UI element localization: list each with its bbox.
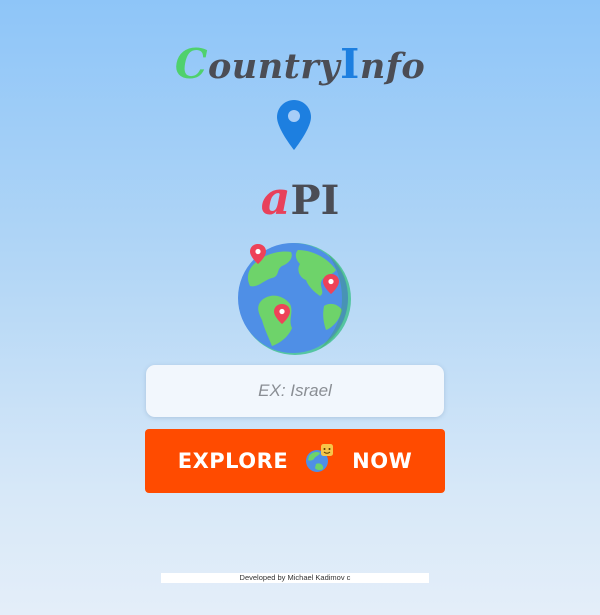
explore-button-label-left: EXPLORE (177, 449, 289, 473)
api-letter-a: a (260, 171, 291, 225)
logo-letter-c: C (174, 40, 208, 88)
logo-letter-i: I (340, 40, 360, 88)
country-search-box[interactable] (146, 365, 444, 417)
country-search-input[interactable] (146, 380, 444, 402)
map-pin-icon (277, 100, 311, 150)
app-logo: CountryInfo (0, 44, 600, 85)
api-heading: aPI (0, 175, 600, 221)
footer-credit: Developed by Michael Kadimov c (161, 573, 429, 583)
api-text-pi: PI (290, 177, 340, 224)
explore-button-label-right: NOW (352, 449, 413, 473)
explore-now-button[interactable]: EXPLORE NOW (145, 429, 445, 493)
logo-text-nfo: nfo (359, 46, 426, 87)
globe-with-pins-icon (238, 243, 351, 355)
page: CountryInfo aPI EXPLORE (0, 0, 600, 615)
smiling-globe-icon (306, 444, 334, 472)
logo-text-ountry: ountry (207, 46, 341, 87)
